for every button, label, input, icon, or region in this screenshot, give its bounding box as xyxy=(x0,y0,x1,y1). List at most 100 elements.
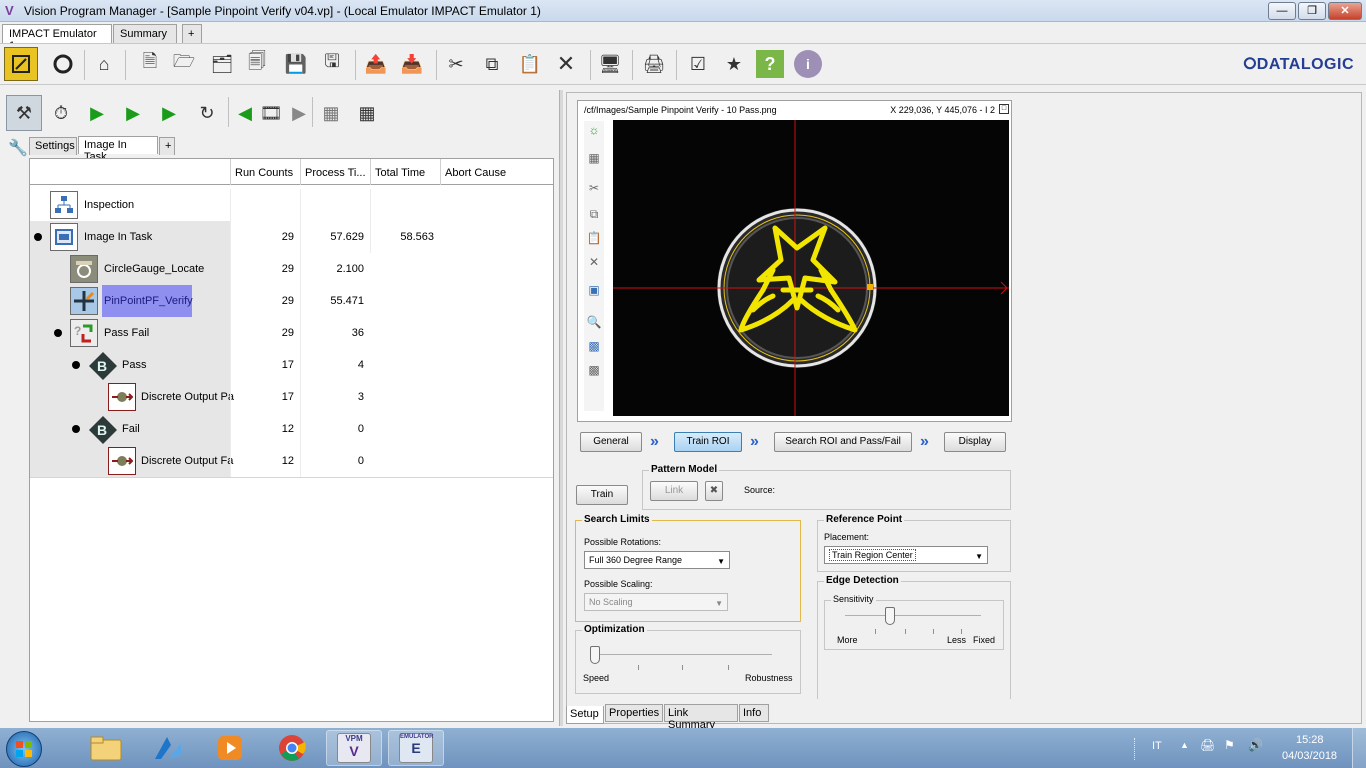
new-file-icon[interactable]: 🗎 xyxy=(136,50,164,78)
download-icon[interactable]: 📥 xyxy=(398,50,426,78)
column-abort-cause[interactable]: Abort Cause xyxy=(440,159,510,185)
table-row[interactable]: B Fail 12 0 xyxy=(30,413,553,445)
image-icon[interactable]: ▩ xyxy=(586,363,602,379)
table-row[interactable]: B Pass 17 4 xyxy=(30,349,553,381)
counter-reset-icon[interactable]: ▦ xyxy=(352,97,382,129)
close-button[interactable]: ✕ xyxy=(1328,2,1362,20)
grid-icon[interactable]: ▦ xyxy=(586,151,602,167)
step-search-roi-button[interactable]: Search ROI and Pass/Fail xyxy=(774,432,912,452)
tab-setup[interactable]: Setup xyxy=(566,706,604,724)
scaling-select[interactable]: No Scaling ▼ xyxy=(584,593,728,611)
clock-date[interactable]: 04/03/2018 xyxy=(1282,750,1337,762)
save-as-icon[interactable]: 🖫 xyxy=(318,50,346,78)
step-general-button[interactable]: General xyxy=(580,432,642,452)
table-row[interactable]: Discrete Output Fa 12 0 xyxy=(30,445,553,477)
checklist-star-icon[interactable]: ★ xyxy=(720,50,748,78)
edit-task-icon[interactable]: ⚒ xyxy=(6,95,42,131)
vpm-taskbar-button[interactable]: VPM V xyxy=(326,730,382,766)
emulator-taskbar-button[interactable]: EMULATOR E xyxy=(388,730,444,766)
table-row[interactable]: CircleGauge_Locate 29 2.100 xyxy=(30,253,553,285)
run-mode-icon[interactable] xyxy=(46,47,80,81)
column-total-time[interactable]: Total Time xyxy=(370,159,440,185)
train-button[interactable]: Train xyxy=(576,485,628,505)
open-folder-icon[interactable]: 🗁 xyxy=(170,50,198,78)
show-desktop-button[interactable] xyxy=(1352,728,1366,768)
tab-info[interactable]: Info xyxy=(739,704,769,722)
copy-icon[interactable]: ⧉ xyxy=(478,50,506,78)
optimization-slider[interactable] xyxy=(590,646,600,664)
step-train-roi-button[interactable]: Train ROI xyxy=(674,432,742,452)
table-row[interactable]: PinPointPF_Verify 29 55.471 xyxy=(30,285,553,317)
sensitivity-slider[interactable] xyxy=(884,607,895,625)
pin-icon[interactable]: □ xyxy=(999,104,1009,114)
step-display-button[interactable]: Display xyxy=(944,432,1006,452)
table-row[interactable]: Image In Task 29 57.629 58.563 xyxy=(30,221,553,253)
upload-icon[interactable]: 📤 xyxy=(362,50,390,78)
pane-splitter[interactable] xyxy=(559,90,563,726)
step-icon[interactable]: ▶ xyxy=(154,97,184,129)
collapse-icon[interactable] xyxy=(72,361,80,369)
acquire-icon[interactable]: ☼ xyxy=(586,123,602,139)
loop-icon[interactable]: ↻ xyxy=(192,97,222,129)
info-icon[interactable]: i xyxy=(794,50,822,78)
delete-icon[interactable]: ✕ xyxy=(586,255,602,271)
network-icon[interactable]: 🖨 xyxy=(1200,738,1215,752)
run-icon[interactable]: ▶ xyxy=(82,97,112,129)
collapse-icon[interactable] xyxy=(72,425,80,433)
app-icon[interactable]: V xyxy=(5,3,14,18)
cut-icon[interactable]: ✂ xyxy=(586,181,602,197)
zoom-icon[interactable]: 🔍 xyxy=(586,315,602,331)
unlink-icon[interactable]: ✖ xyxy=(705,481,723,501)
table-row[interactable]: Discrete Output Pa 17 3 xyxy=(30,381,553,413)
collapse-icon[interactable] xyxy=(54,329,62,337)
language-indicator[interactable]: IT xyxy=(1152,740,1162,752)
run-once-icon[interactable]: ▶ xyxy=(118,97,148,129)
tab-impact-emulator[interactable]: IMPACT Emulator 1 xyxy=(2,24,112,52)
clock-time[interactable]: 15:28 xyxy=(1296,734,1324,746)
delete-icon[interactable]: ✕ xyxy=(552,50,580,78)
tab-add[interactable]: + xyxy=(182,24,202,43)
chrome-icon[interactable] xyxy=(264,730,320,766)
home-icon[interactable]: ⌂ xyxy=(90,50,118,78)
next-icon[interactable]: ▶ xyxy=(284,97,314,129)
minimize-button[interactable]: — xyxy=(1268,2,1296,20)
column-run-counts[interactable]: Run Counts xyxy=(230,159,300,185)
tab-link-summary[interactable]: Link Summary xyxy=(664,704,738,731)
folder-icon[interactable]: 🗂 xyxy=(208,50,236,78)
tab-summary[interactable]: Summary xyxy=(113,24,177,43)
wrench-icon[interactable]: 🔧 xyxy=(8,138,28,172)
volume-icon[interactable]: 🔊 xyxy=(1248,738,1263,752)
save-icon[interactable]: 💾 xyxy=(282,50,310,78)
histogram-icon[interactable]: ▩ xyxy=(586,339,602,355)
start-button[interactable] xyxy=(6,731,42,767)
maximize-button[interactable]: ❐ xyxy=(1298,2,1326,20)
print-icon[interactable]: 🖨 xyxy=(640,50,668,78)
overlay-icon[interactable]: ▣ xyxy=(586,283,602,299)
table-row[interactable]: Inspection xyxy=(30,189,553,221)
rotations-select[interactable]: Full 360 Degree Range ▼ xyxy=(584,551,730,569)
tab-image-in-task[interactable]: Image In Task xyxy=(78,136,158,163)
monitor-icon[interactable]: 🖥 xyxy=(596,50,624,78)
inspection-image[interactable] xyxy=(613,120,1009,416)
help-icon[interactable]: ? xyxy=(756,50,784,78)
copy-file-icon[interactable]: 🗐 xyxy=(243,50,271,78)
film-icon[interactable]: 🎞 xyxy=(256,97,286,129)
placement-select[interactable]: Train Region Center ▼ xyxy=(824,546,988,564)
explorer-icon[interactable] xyxy=(78,730,134,766)
design-mode-icon[interactable] xyxy=(4,47,38,81)
cut-icon[interactable]: ✂ xyxy=(442,50,470,78)
timer-icon[interactable]: ⏱ xyxy=(46,97,76,129)
action-center-icon[interactable]: ⚑ xyxy=(1224,738,1235,752)
tab-add-task[interactable]: + xyxy=(159,137,175,155)
stack-icon[interactable]: ▦ xyxy=(316,97,346,129)
collapse-icon[interactable] xyxy=(34,233,42,241)
link-button[interactable]: Link xyxy=(650,481,698,501)
table-row[interactable]: ? Pass Fail 29 36 xyxy=(30,317,553,349)
checklist-icon[interactable]: ☑ xyxy=(684,50,712,78)
tab-properties[interactable]: Properties xyxy=(605,704,663,722)
media-player-icon[interactable] xyxy=(202,730,258,766)
tray-expand-icon[interactable]: ▲ xyxy=(1180,740,1189,750)
column-process-time[interactable]: Process Ti... xyxy=(300,159,370,185)
paste-icon[interactable]: 📋 xyxy=(586,231,602,247)
app-arrows-icon[interactable] xyxy=(140,730,196,766)
